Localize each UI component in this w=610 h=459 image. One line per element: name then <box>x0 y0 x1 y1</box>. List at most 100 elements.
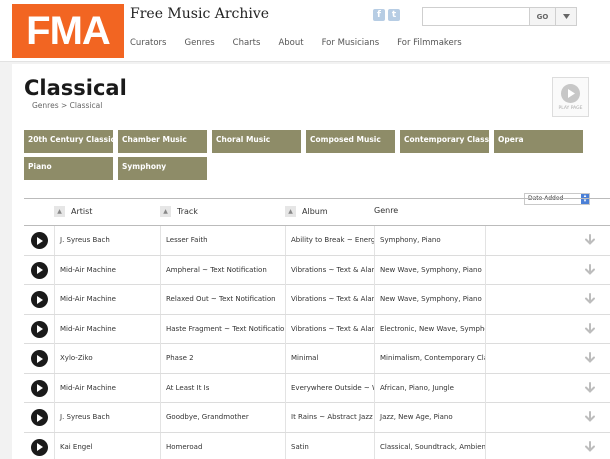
track-album[interactable]: Everywhere Outside ~ Worldwide <box>285 373 374 403</box>
genre-contemporary-classical[interactable]: Contemporary Classical <box>400 130 489 153</box>
track-row[interactable]: Mid-Air Machine Ampheral ~ Text Notificat… <box>24 255 610 285</box>
download-arrow-icon[interactable] <box>584 440 596 453</box>
download-arrow-icon[interactable] <box>584 322 596 335</box>
nav-about[interactable]: About <box>278 38 303 48</box>
nav-genres[interactable]: Genres <box>184 38 214 48</box>
track-genre[interactable]: New Wave, Symphony, Piano <box>374 255 485 285</box>
track-title[interactable]: Relaxed Out ~ Text Notification <box>160 285 285 314</box>
column-divider <box>485 432 486 459</box>
track-artist[interactable]: Mid-Air Machine <box>54 255 160 285</box>
page-title: Classical <box>24 76 127 100</box>
play-icon[interactable] <box>31 409 48 426</box>
genre-opera[interactable]: Opera <box>494 130 583 153</box>
track-album[interactable]: Vibrations ~ Text & Alarm Notifications <box>285 314 374 344</box>
track-title[interactable]: Lesser Faith <box>160 226 285 255</box>
column-genre-label: Genre <box>374 206 399 215</box>
track-title[interactable]: Haste Fragment ~ Text Notification <box>160 314 285 344</box>
search-go-button[interactable]: GO <box>530 7 556 26</box>
play-icon[interactable] <box>31 320 48 338</box>
search-options-button[interactable] <box>556 7 577 26</box>
column-album[interactable]: ▲ Album <box>285 206 328 217</box>
track-album[interactable]: Vibrations ~ Text & Alarm Notifications <box>285 255 374 285</box>
sort-arrow-icon[interactable]: ▲ <box>160 206 171 217</box>
play-icon[interactable] <box>31 232 48 249</box>
column-divider <box>485 285 486 314</box>
track-row[interactable]: J. Syreus Bach Lesser Faith Ability to Bre… <box>24 226 610 256</box>
track-row[interactable]: Kai Engel Homeroad Satin Classical, Soundtr… <box>24 432 610 459</box>
track-artist[interactable]: J. Syreus Bach <box>54 226 160 255</box>
genre-choral-music[interactable]: Choral Music <box>212 130 301 153</box>
track-genre[interactable]: New Wave, Symphony, Piano <box>374 285 485 314</box>
facebook-icon[interactable]: f <box>373 9 385 21</box>
sort-arrow-icon[interactable]: ▲ <box>285 206 296 217</box>
track-row[interactable]: Mid-Air Machine Relaxed Out ~ Text Notifi… <box>24 285 610 315</box>
track-artist[interactable]: Mid-Air Machine <box>54 373 160 403</box>
genre-symphony[interactable]: Symphony <box>118 157 207 180</box>
nav-for-musicians[interactable]: For Musicians <box>322 38 380 48</box>
column-album-label: Album <box>302 207 328 216</box>
download-arrow-icon[interactable] <box>584 352 596 364</box>
download-arrow-icon[interactable] <box>584 381 596 394</box>
download-arrow-icon[interactable] <box>584 293 596 305</box>
track-row[interactable]: Mid-Air Machine Haste Fragment ~ Text Not… <box>24 314 610 344</box>
play-page-button[interactable]: PLAY PAGE <box>552 77 589 117</box>
track-artist[interactable]: Xylo-Ziko <box>54 344 160 373</box>
column-artist-label: Artist <box>71 207 93 216</box>
main-nav: Curators Genres Charts About For Musicia… <box>130 38 480 48</box>
play-icon[interactable] <box>31 438 48 456</box>
site-title[interactable]: Free Music Archive <box>130 6 269 22</box>
breadcrumb[interactable]: Genres > Classical <box>32 101 102 110</box>
track-album[interactable]: Ability to Break ~ Energetic Tracks <box>285 226 374 255</box>
column-divider <box>485 314 486 344</box>
track-genre[interactable]: Symphony, Piano <box>374 226 485 255</box>
fma-logo[interactable]: FMA <box>12 4 124 58</box>
track-artist[interactable]: Mid-Air Machine <box>54 285 160 314</box>
track-title[interactable]: Ampheral ~ Text Notification <box>160 255 285 285</box>
play-icon[interactable] <box>31 261 48 279</box>
genre-chamber-music[interactable]: Chamber Music <box>118 130 207 153</box>
track-artist[interactable]: Kai Engel <box>54 432 160 459</box>
track-album[interactable]: It Rains ~ Abstract Jazz <box>285 403 374 432</box>
sort-arrow-icon[interactable]: ▲ <box>54 206 65 217</box>
chevron-down-icon <box>562 14 570 19</box>
page: FMA Free Music Archive Curators Genres C… <box>0 0 610 459</box>
download-arrow-icon[interactable] <box>584 411 596 423</box>
genre-20th-century-classical[interactable]: 20th Century Classical <box>24 130 113 153</box>
nav-curators[interactable]: Curators <box>130 38 166 48</box>
column-track-label: Track <box>177 207 198 216</box>
track-title[interactable]: Homeroad <box>160 432 285 459</box>
play-icon[interactable] <box>31 379 48 397</box>
track-artist[interactable]: Mid-Air Machine <box>54 314 160 344</box>
nav-for-filmmakers[interactable]: For Filmmakers <box>397 38 462 48</box>
table-header: ▲ Artist ▲ Track ▲ Album Genre <box>24 198 610 226</box>
track-row[interactable]: Xylo-Ziko Phase 2 Minimal Minimalism, Conte… <box>24 344 610 374</box>
genre-composed-music[interactable]: Composed Music <box>306 130 395 153</box>
play-icon <box>561 83 580 103</box>
download-arrow-icon[interactable] <box>584 234 596 246</box>
track-genre[interactable]: Minimalism, Contemporary Classical <box>374 344 485 373</box>
track-title[interactable]: At Least It Is <box>160 373 285 403</box>
play-icon[interactable] <box>31 291 48 308</box>
track-genre[interactable]: Electronic, New Wave, Symphony <box>374 314 485 344</box>
column-divider <box>485 226 486 255</box>
download-arrow-icon[interactable] <box>584 263 596 276</box>
track-title[interactable]: Goodbye, Grandmother <box>160 403 285 432</box>
track-album[interactable]: Satin <box>285 432 374 459</box>
track-album[interactable]: Vibrations ~ Text & Alarm Notifications <box>285 285 374 314</box>
track-genre[interactable]: Jazz, New Age, Piano <box>374 403 485 432</box>
search-input[interactable] <box>422 7 530 26</box>
track-title[interactable]: Phase 2 <box>160 344 285 373</box>
column-track[interactable]: ▲ Track <box>160 206 198 217</box>
track-row[interactable]: J. Syreus Bach Goodbye, Grandmother It Rai… <box>24 403 610 433</box>
genre-piano[interactable]: Piano <box>24 157 113 180</box>
column-divider <box>485 403 486 432</box>
track-row[interactable]: Mid-Air Machine At Least It Is Everywhere … <box>24 373 610 403</box>
track-genre[interactable]: African, Piano, Jungle <box>374 373 485 403</box>
track-album[interactable]: Minimal <box>285 344 374 373</box>
twitter-icon[interactable]: t <box>388 9 400 21</box>
column-artist[interactable]: ▲ Artist <box>54 206 92 217</box>
track-artist[interactable]: J. Syreus Bach <box>54 403 160 432</box>
track-genre[interactable]: Classical, Soundtrack, Ambient, Trip-Hop <box>374 432 485 459</box>
nav-charts[interactable]: Charts <box>233 38 261 48</box>
play-icon[interactable] <box>31 350 48 367</box>
